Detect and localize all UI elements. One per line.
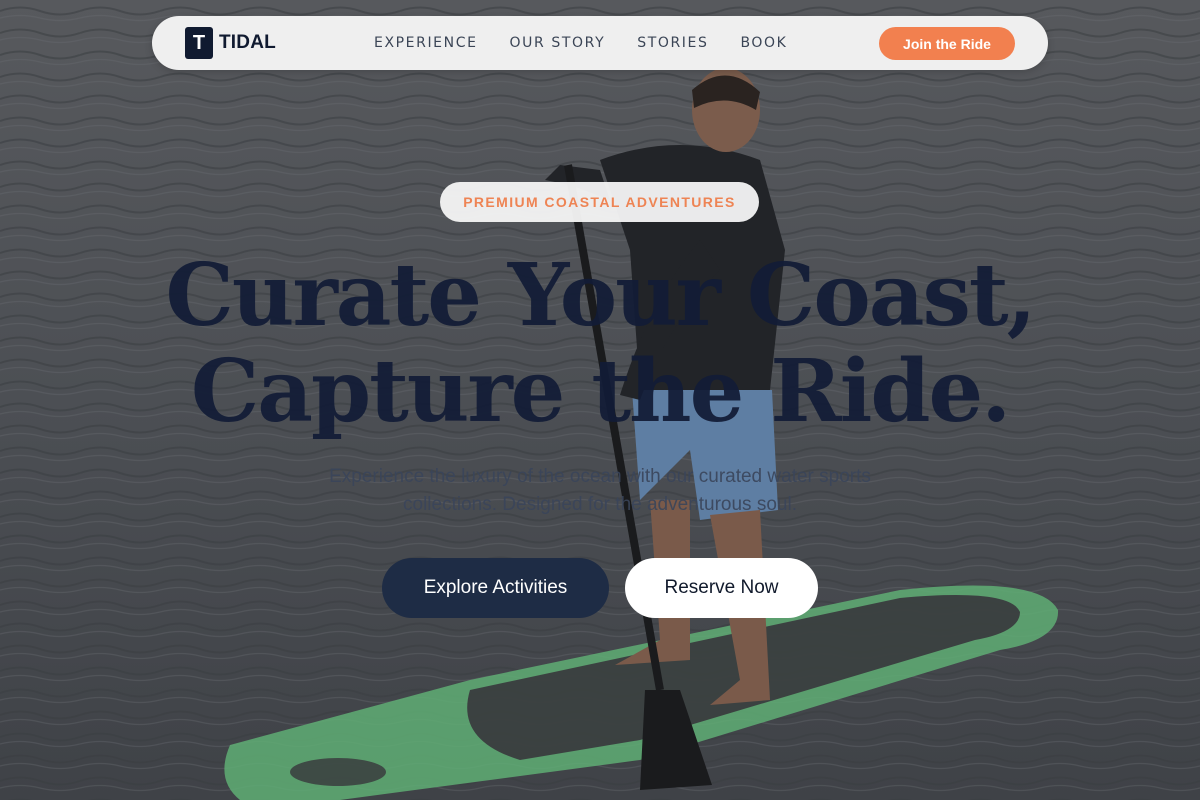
top-navbar: T TIDAL EXPERIENCE OUR STORY STORIES BOO… — [152, 16, 1048, 70]
headline-line-2: Capture the Ride. — [190, 341, 1011, 442]
nav-link-book[interactable]: BOOK — [740, 35, 787, 51]
nav-link-stories[interactable]: STORIES — [637, 35, 708, 51]
hero-headline: Curate Your Coast, Capture the Ride. — [0, 248, 1200, 440]
headline-line-1: Curate Your Coast, — [165, 245, 1036, 346]
hero-subtitle: Experience the luxury of the ocean with … — [329, 466, 871, 515]
logo-mark-icon: T — [185, 27, 213, 59]
brand-name: TIDAL — [219, 32, 276, 53]
brand-logo[interactable]: T TIDAL — [185, 27, 276, 59]
explore-activities-button[interactable]: Explore Activities — [382, 558, 609, 618]
nav-link-our-story[interactable]: OUR STORY — [510, 35, 606, 51]
main-nav: EXPERIENCE OUR STORY STORIES BOOK — [374, 16, 819, 70]
join-the-ride-button[interactable]: Join the Ride — [879, 27, 1015, 60]
reserve-now-button[interactable]: Reserve Now — [625, 558, 818, 618]
nav-link-experience[interactable]: EXPERIENCE — [374, 35, 478, 51]
eyebrow-badge: PREMIUM COASTAL ADVENTURES — [440, 182, 759, 222]
